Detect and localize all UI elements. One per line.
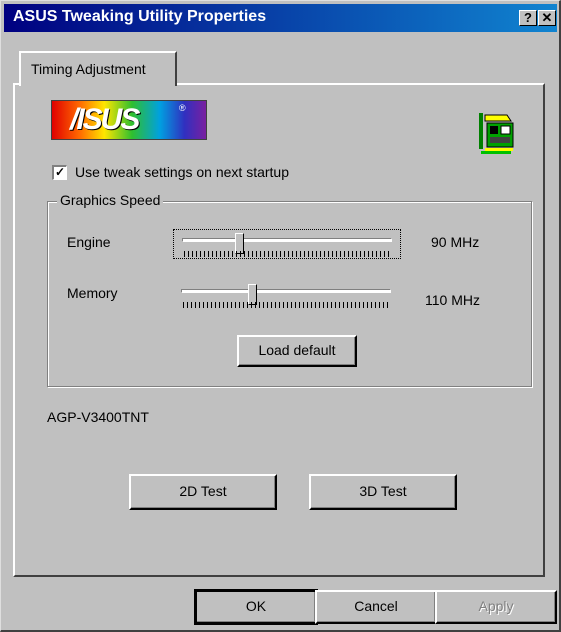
title-bar[interactable]: ASUS Tweaking Utility Properties ? ✕ — [4, 4, 557, 32]
tab-timing-adjustment[interactable]: Timing Adjustment — [19, 51, 177, 86]
graphics-card-icon — [477, 109, 515, 157]
tweak-checkbox-label: Use tweak settings on next startup — [75, 164, 289, 180]
tab-label: Timing Adjustment — [31, 61, 146, 77]
engine-slider[interactable] — [173, 229, 401, 259]
cancel-button[interactable]: Cancel — [315, 590, 437, 624]
help-icon: ? — [524, 10, 532, 25]
engine-slider-ticks — [184, 251, 392, 257]
graphics-speed-label: Graphics Speed — [57, 192, 164, 208]
3d-test-button[interactable]: 3D Test — [309, 474, 457, 510]
cancel-label: Cancel — [354, 598, 398, 614]
tweak-checkbox[interactable]: ✓ — [52, 165, 67, 180]
ok-button[interactable]: OK — [194, 589, 318, 625]
engine-slider-track — [182, 238, 392, 242]
memory-slider[interactable] — [173, 281, 401, 311]
close-button[interactable]: ✕ — [538, 10, 556, 26]
close-icon: ✕ — [541, 10, 553, 25]
check-icon: ✓ — [54, 165, 66, 179]
asus-logo-text: /ISUS — [70, 103, 140, 136]
engine-label: Engine — [67, 234, 111, 250]
help-button[interactable]: ? — [519, 10, 537, 26]
properties-window: ASUS Tweaking Utility Properties ? ✕ Tim… — [0, 0, 561, 632]
load-default-label: Load default — [258, 342, 336, 358]
2d-test-label: 2D Test — [179, 483, 227, 499]
memory-slider-ticks — [183, 302, 391, 308]
apply-button[interactable]: Apply — [435, 590, 557, 624]
memory-label: Memory — [67, 285, 118, 301]
asus-logo-trademark: ® — [179, 103, 186, 113]
3d-test-label: 3D Test — [359, 483, 407, 499]
load-default-button[interactable]: Load default — [237, 335, 357, 367]
ok-label: OK — [245, 598, 267, 614]
memory-slider-track — [181, 289, 391, 293]
2d-test-button[interactable]: 2D Test — [129, 474, 277, 510]
apply-label: Apply — [478, 598, 514, 614]
window-title: ASUS Tweaking Utility Properties — [13, 8, 267, 25]
engine-value: 90 MHz — [431, 234, 480, 250]
memory-value: 110 MHz — [425, 292, 480, 308]
asus-logo: /ISUS ® — [51, 100, 207, 140]
device-name: AGP-V3400TNT — [47, 409, 149, 425]
